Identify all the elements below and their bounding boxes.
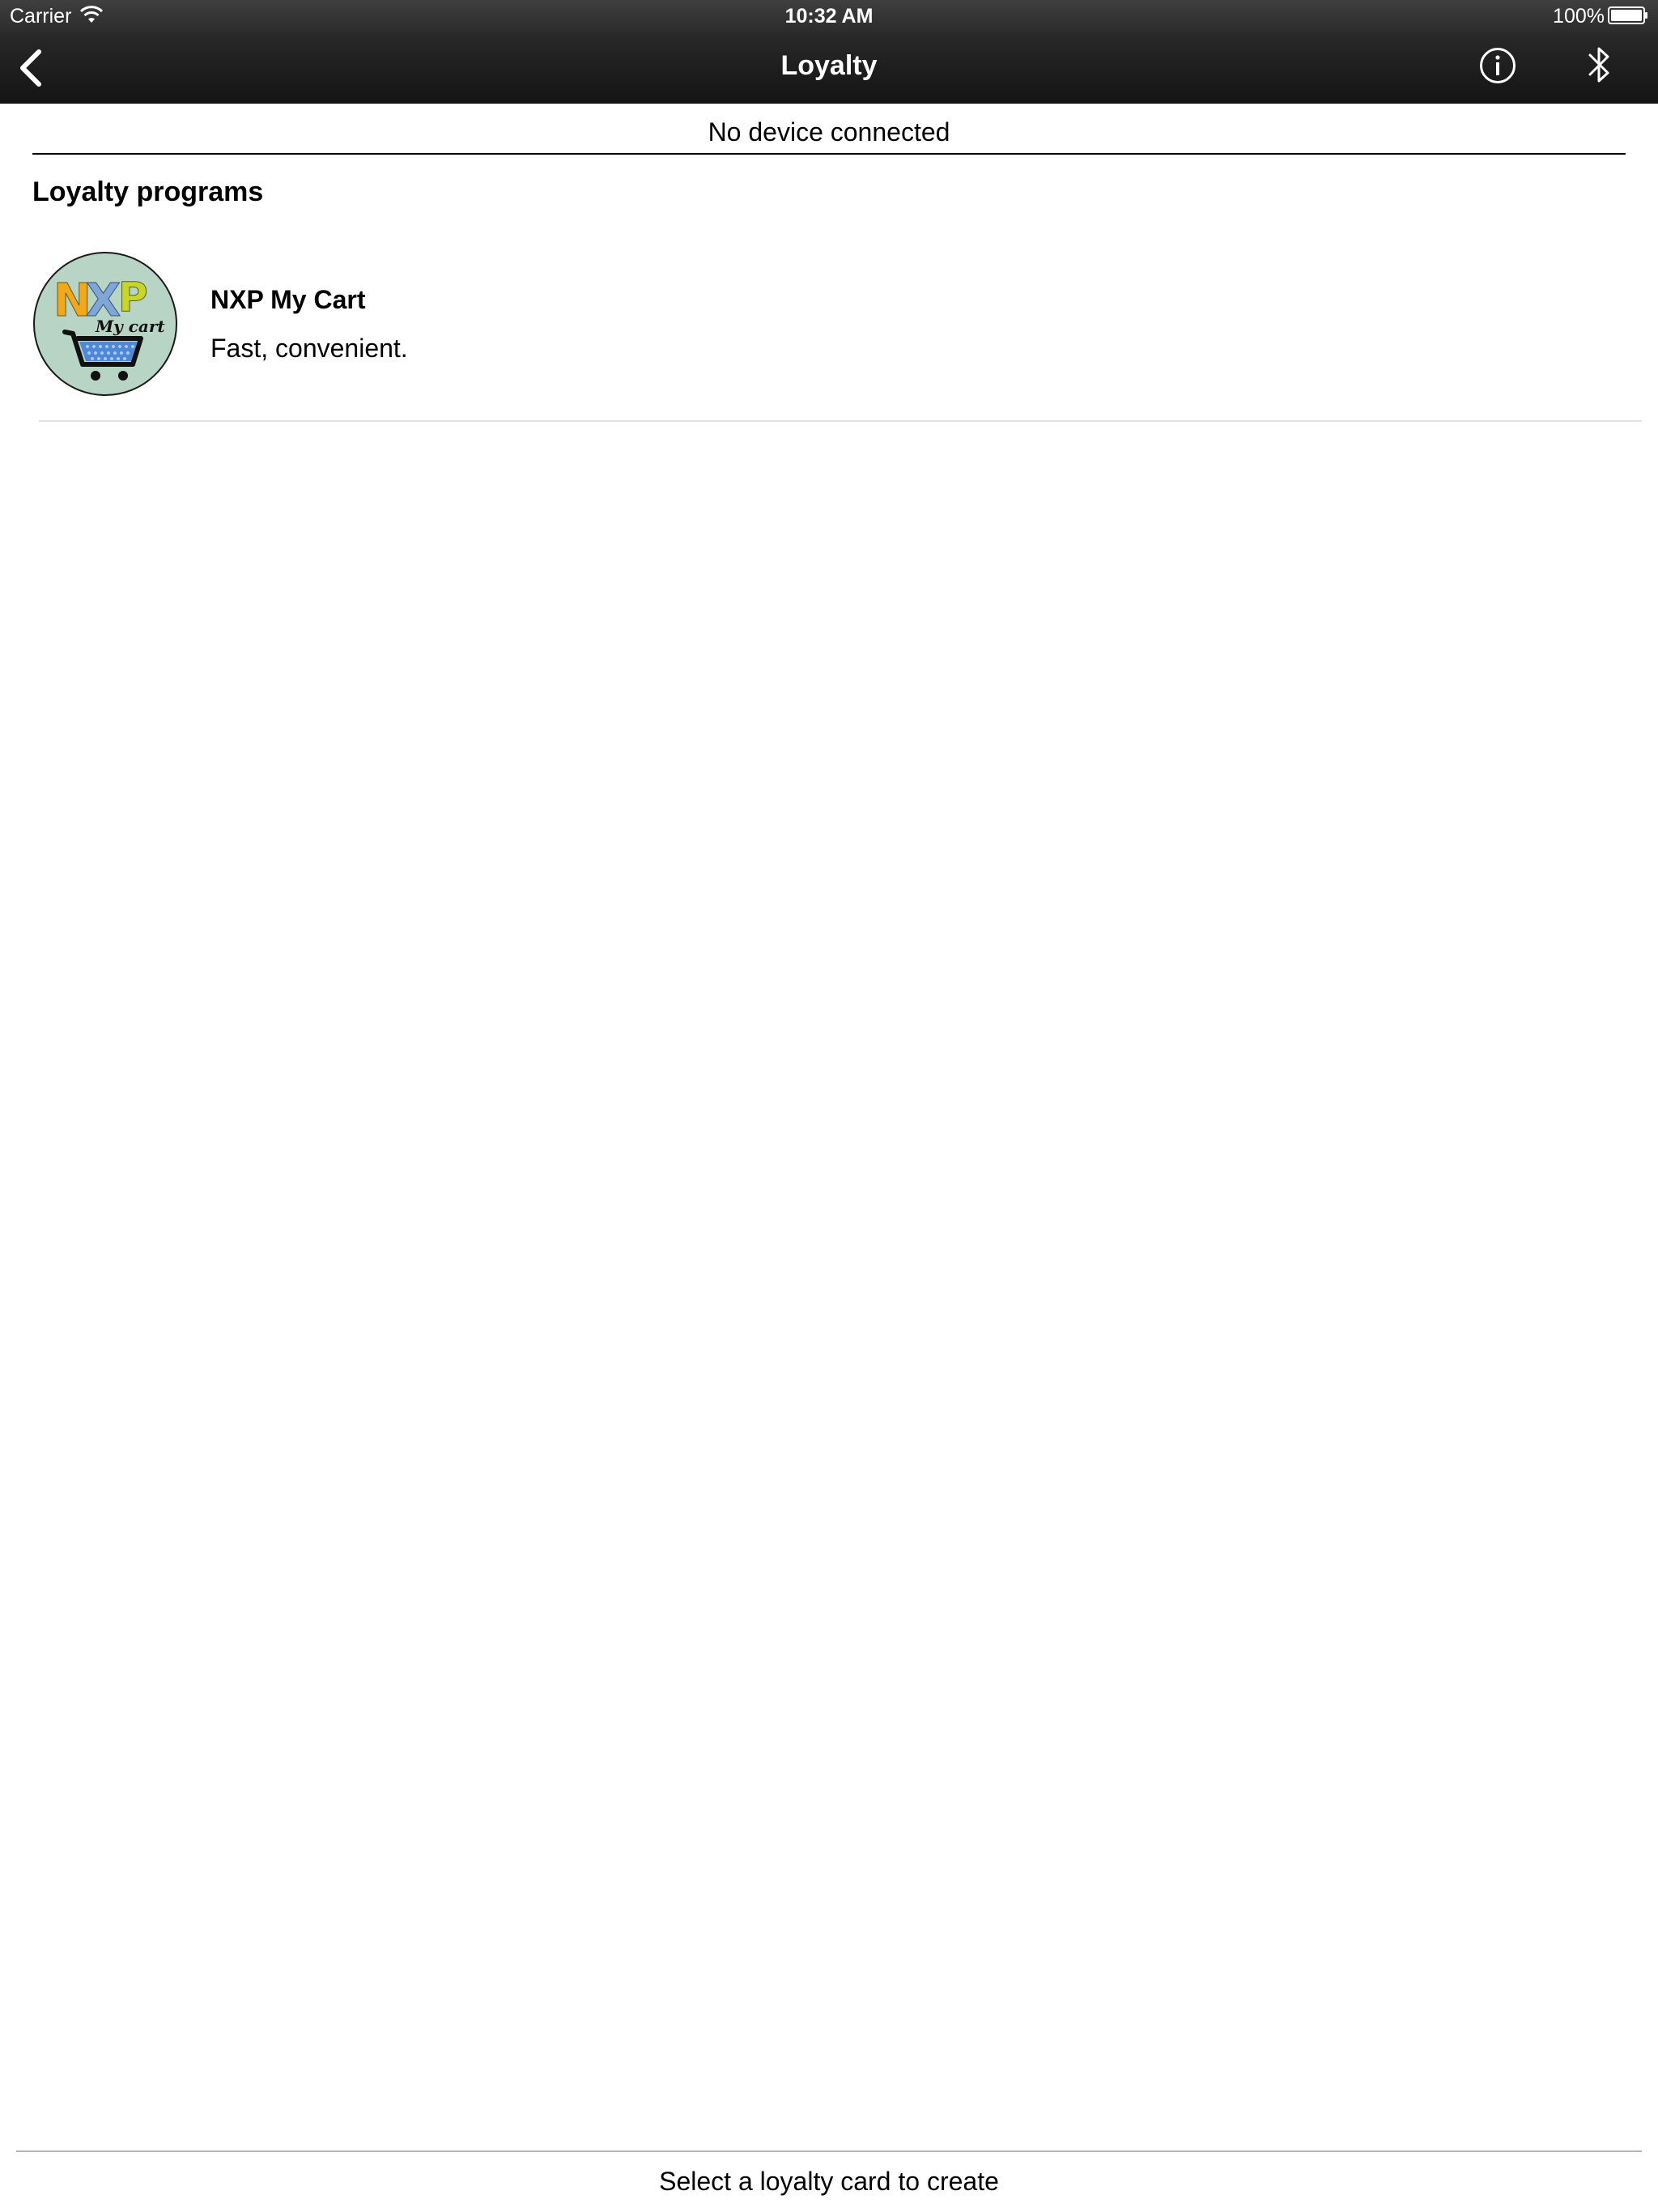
bluetooth-icon[interactable] xyxy=(1585,44,1614,86)
svg-text:P: P xyxy=(118,274,148,321)
top-bar: Carrier 10:32 AM 100% Loyalty xyxy=(0,0,1658,104)
divider xyxy=(32,153,1626,155)
section-title: Loyalty programs xyxy=(32,177,264,207)
footer-divider xyxy=(16,2150,1642,2152)
status-bar: Carrier 10:32 AM 100% xyxy=(0,0,1658,32)
status-time: 10:32 AM xyxy=(784,5,874,28)
loyalty-screen: Carrier 10:32 AM 100% Loyalty No device … xyxy=(0,0,1658,2212)
program-name: NXP My Cart xyxy=(210,285,366,314)
info-icon[interactable] xyxy=(1478,46,1517,85)
nxp-my-cart-logo: N X P My cart xyxy=(33,252,177,396)
footer-hint: Select a loyalty card to create xyxy=(659,2167,999,2196)
row-separator xyxy=(39,420,1642,422)
svg-text:My cart: My cart xyxy=(95,317,165,336)
battery-percentage: 100% xyxy=(1553,5,1605,28)
loyalty-program-item[interactable]: N X P My cart NXP My Cart Fast, convenie… xyxy=(0,243,1658,421)
program-description: Fast, convenient. xyxy=(210,334,408,363)
page-title: Loyalty xyxy=(780,50,878,81)
connection-status: No device connected xyxy=(708,117,950,147)
battery-icon xyxy=(1608,6,1647,24)
navigation-bar: Loyalty xyxy=(0,32,1658,104)
